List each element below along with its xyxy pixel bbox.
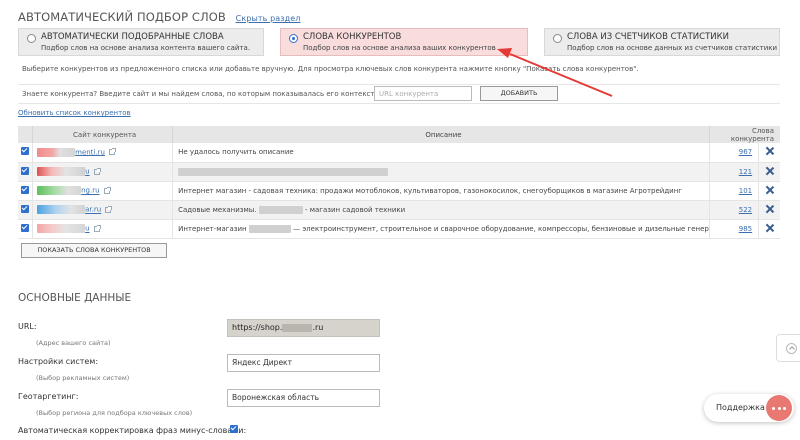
row-description: Интернет-магазин [178, 224, 247, 233]
geo-field[interactable]: Воронежская область [227, 389, 380, 407]
option-title: АВТОМАТИЧЕСКИ ПОДОБРАННЫЕ СЛОВА [41, 32, 224, 42]
competitor-url-input[interactable] [374, 86, 472, 101]
external-link-icon[interactable] [93, 167, 101, 175]
row-description: Интернет магазин - садовая техника: прод… [172, 181, 710, 201]
option-subtitle: Подбор слов на основе анализа ваших конк… [303, 44, 496, 52]
url-value-suffix: .ru [312, 323, 324, 332]
remove-icon[interactable] [766, 147, 774, 155]
word-count-link[interactable]: 101 [739, 187, 752, 195]
row-checkbox[interactable] [21, 204, 30, 213]
source-options: АВТОМАТИЧЕСКИ ПОДОБРАННЫЕ СЛОВА Подбор с… [18, 28, 780, 56]
support-widget[interactable]: Поддержка [704, 394, 794, 422]
hide-section-link[interactable]: Скрыть раздел [236, 14, 301, 23]
geo-label: Геотаргетинг: [18, 392, 79, 401]
table-header-row: Сайт конкурента Описание Слова конкурент… [18, 126, 780, 143]
site-link[interactable]: menti.ru [75, 148, 105, 156]
url-label: URL: [18, 322, 37, 331]
support-label: Поддержка [716, 403, 765, 412]
option-title: СЛОВА ИЗ СЧЕТЧИКОВ СТАТИСТИКИ [567, 32, 730, 42]
basic-data-title: ОСНОВНЫЕ ДАННЫЕ [18, 292, 132, 304]
geo-sublabel: (Выбор региона для подбора ключевых слов… [36, 409, 193, 417]
blurred-site-image [37, 186, 82, 195]
auto-minus-checkbox[interactable] [230, 425, 238, 433]
blurred-site-image [37, 147, 76, 157]
word-count-link[interactable]: 967 [739, 148, 752, 156]
row-checkbox[interactable] [21, 223, 30, 232]
table-row: u 121 [18, 162, 780, 182]
blurred-description [258, 205, 303, 214]
word-count-link[interactable]: 985 [739, 225, 752, 233]
competitors-table: Сайт конкурента Описание Слова конкурент… [18, 126, 780, 239]
option-subtitle: Подбор слов на основе данных из счетчико… [567, 44, 778, 52]
blurred-description [178, 167, 389, 176]
option-competitor-words[interactable]: СЛОВА КОНКУРЕНТОВ Подбор слов на основе … [280, 28, 528, 56]
show-competitor-words-button[interactable]: ПОКАЗАТЬ СЛОВА КОНКУРЕНТОВ [21, 243, 167, 258]
option-subtitle: Подбор слов на основе анализа контента в… [41, 44, 250, 52]
header-description: Описание [172, 126, 710, 143]
blurred-description [248, 224, 291, 233]
blurred-site-image [37, 224, 86, 233]
remove-icon[interactable] [766, 205, 774, 213]
option-stats-words[interactable]: СЛОВА ИЗ СЧЕТЧИКОВ СТАТИСТИКИ Подбор сло… [544, 28, 780, 56]
radio-auto-words[interactable] [27, 34, 36, 43]
scroll-up-button[interactable] [776, 334, 800, 362]
table-row: menti.ru Не удалось получить описание 96… [18, 143, 780, 163]
remove-icon[interactable] [766, 224, 774, 232]
blurred-domain [282, 323, 313, 332]
word-count-link[interactable]: 121 [739, 168, 752, 176]
url-field: https://shop. .ru [227, 319, 380, 337]
add-competitor-button[interactable]: ДОБАВИТЬ [480, 86, 558, 101]
external-link-icon[interactable] [108, 148, 116, 156]
site-link[interactable]: u [85, 225, 89, 233]
section-title-text: АВТОМАТИЧЕСКИЙ ПОДБОР СЛОВ [18, 10, 226, 24]
radio-stats-words[interactable] [553, 34, 562, 43]
site-link[interactable]: ng.ru [81, 187, 99, 195]
row-checkbox[interactable] [21, 185, 30, 194]
blurred-site-image [37, 167, 86, 176]
url-sublabel: (Адрес вашего сайта) [36, 339, 111, 347]
row-description: Не удалось получить описание [172, 143, 710, 163]
table-row: ng.ru Интернет магазин - садовая техника… [18, 181, 780, 201]
row-checkbox[interactable] [21, 166, 30, 175]
option-auto-words[interactable]: АВТОМАТИЧЕСКИ ПОДОБРАННЫЕ СЛОВА Подбор с… [18, 28, 264, 56]
systems-sublabel: (Выбор рекламных систем) [36, 374, 130, 382]
add-competitor-label: Знаете конкурента? Введите сайт и мы най… [22, 90, 424, 98]
site-link[interactable]: ar.ru [85, 206, 101, 214]
table-row: u Интернет-магазин — электроинструмент, … [18, 219, 780, 239]
external-link-icon[interactable] [93, 224, 101, 232]
row-description: Садовые механизмы. [178, 205, 257, 214]
word-count-link[interactable]: 522 [739, 206, 752, 214]
header-select [18, 126, 34, 143]
external-link-icon[interactable] [105, 205, 113, 213]
row-description-tail: — электроинструмент, строительное и свар… [293, 224, 709, 233]
blurred-site-image [37, 205, 86, 214]
header-count: Слова конкурента [709, 126, 780, 143]
info-text: Выберите конкурентов из предложенного сп… [22, 65, 639, 73]
auto-minus-label: Автоматическая корректировка фраз минус-… [18, 426, 247, 435]
arrow-up-icon [786, 343, 797, 354]
site-link[interactable]: u [85, 168, 89, 176]
option-title: СЛОВА КОНКУРЕНТОВ [303, 32, 402, 42]
remove-icon[interactable] [766, 186, 774, 194]
url-value-prefix: https://shop. [232, 323, 283, 332]
row-checkbox[interactable] [21, 147, 30, 156]
header-site: Сайт конкурента [32, 126, 174, 143]
chat-dots-icon[interactable] [766, 395, 792, 421]
table-row: ar.ru Садовые механизмы. - магазин садов… [18, 200, 780, 220]
add-competitor-row: Знаете конкурента? Введите сайт и мы най… [18, 84, 780, 104]
remove-icon[interactable] [766, 167, 774, 175]
external-link-icon[interactable] [103, 186, 111, 194]
systems-label: Настройки систем: [18, 357, 99, 366]
row-description-tail: - магазин садовой техники [304, 205, 406, 214]
radio-competitor-words[interactable] [289, 34, 298, 43]
section-title: АВТОМАТИЧЕСКИЙ ПОДБОР СЛОВ Скрыть раздел [18, 10, 301, 24]
refresh-competitors-link[interactable]: Обновить список конкурентов [18, 109, 131, 117]
systems-field[interactable]: Яндекс Директ [227, 354, 380, 372]
